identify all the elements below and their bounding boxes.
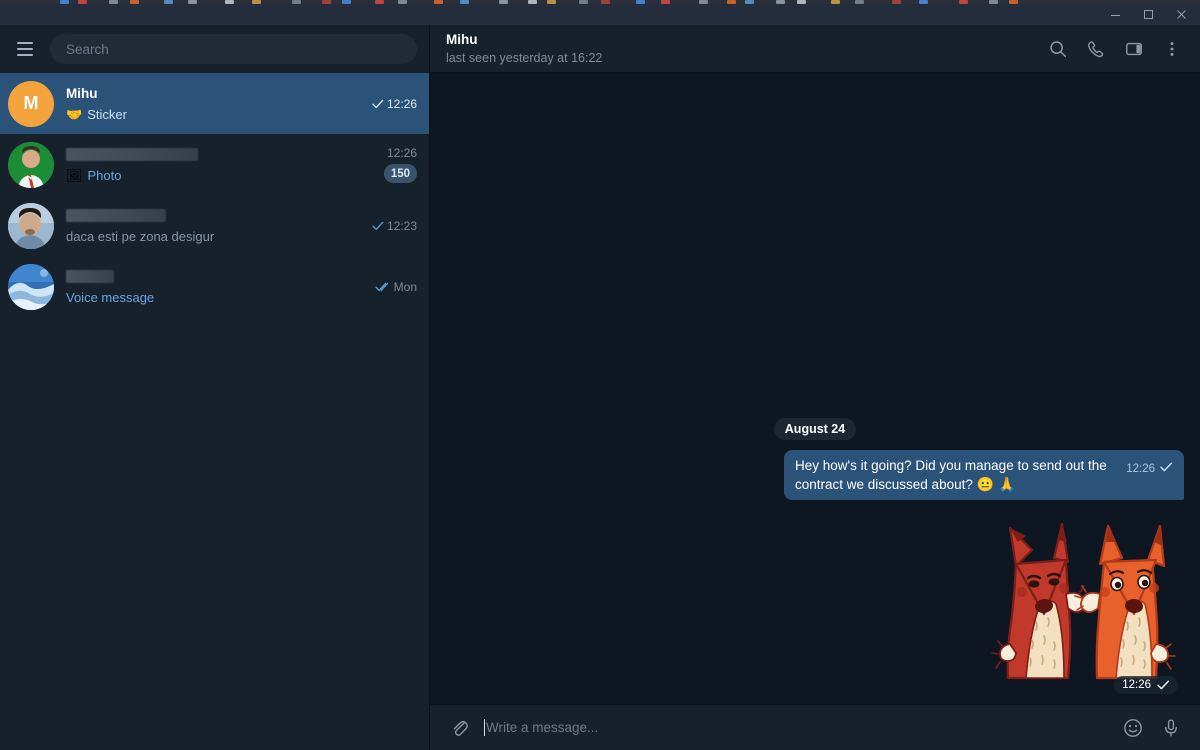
chat-preview: Photo xyxy=(87,167,122,183)
photo-icon: 🖼 xyxy=(66,167,83,183)
chat-time-text: 12:26 xyxy=(386,96,417,111)
chat-title: Mihu xyxy=(446,31,478,47)
search-input[interactable] xyxy=(66,41,401,57)
message-row-outgoing: 12:26 Hey how's it going? Did you manage… xyxy=(446,450,1184,500)
chat-time-text: 12:23 xyxy=(386,218,417,233)
message-composer xyxy=(430,704,1200,750)
chat-preview: Sticker xyxy=(87,106,127,122)
chat-time: 12:26 xyxy=(387,146,417,160)
date-pill: August 24 xyxy=(773,418,857,440)
chat-preview: Voice message xyxy=(66,289,155,305)
chat-preview: daca esti pe zona desigur xyxy=(66,228,215,244)
chat-list-item-3[interactable]: daca esti pe zona desigur 12:23 xyxy=(0,195,429,256)
search-field[interactable] xyxy=(50,34,417,64)
avatar-initials: M xyxy=(23,93,39,113)
chat-time-text: Mon xyxy=(393,279,417,294)
phone-icon[interactable] xyxy=(1080,33,1112,65)
avatar-photo-person xyxy=(8,141,54,188)
avatar xyxy=(8,141,54,188)
chat-time: 12:26 xyxy=(372,97,417,111)
chat-time-text: 12:26 xyxy=(386,146,417,160)
window-minimize-button[interactable] xyxy=(1099,4,1132,25)
hamburger-icon[interactable] xyxy=(10,34,40,64)
chat-time: Mon xyxy=(375,280,417,294)
microphone-icon[interactable] xyxy=(1156,713,1186,743)
chat-list-item-2[interactable]: 🖼 Photo 12:26 150 xyxy=(0,134,429,195)
sticker-time-text: 12:26 xyxy=(1122,679,1151,691)
date-divider: August 24 xyxy=(446,418,1184,440)
message-bubble-text[interactable]: 12:26 Hey how's it going? Did you manage… xyxy=(784,450,1184,500)
chat-name-redacted xyxy=(66,147,198,161)
message-emojis: 😐 🙏 xyxy=(976,476,1016,492)
check-single-icon xyxy=(1160,460,1173,478)
chat-time: 12:23 xyxy=(372,219,417,233)
chat-name-redacted xyxy=(66,208,166,222)
chat-pane: Mihu last seen yesterday at 16:22 August… xyxy=(430,25,1200,750)
sticker-timestamp: 12:26 xyxy=(1114,676,1178,694)
chat-subtitle: last seen yesterday at 16:22 xyxy=(446,50,603,65)
two-foxes-waving-sticker[interactable]: 12:26 xyxy=(988,518,1184,698)
chat-name-redacted xyxy=(66,269,114,283)
message-input-wrap[interactable] xyxy=(484,713,1112,743)
check-single-icon xyxy=(372,221,384,231)
unread-badge: 150 xyxy=(383,164,417,183)
more-vertical-icon[interactable] xyxy=(1156,33,1188,65)
check-double-icon xyxy=(375,282,391,292)
chat-header-actions xyxy=(1042,33,1188,65)
message-meta: 12:26 xyxy=(1126,460,1173,478)
chat-list-item-mihu[interactable]: M Mihu 🤝 Sticker 12:26 xyxy=(0,73,429,134)
message-row-sticker: 12:26 xyxy=(446,518,1184,698)
sidebar: M Mihu 🤝 Sticker xyxy=(0,25,430,750)
chat-header: Mihu last seen yesterday at 16:22 xyxy=(430,25,1200,73)
window-maximize-button[interactable] xyxy=(1132,4,1165,25)
paperclip-icon[interactable] xyxy=(444,713,474,743)
telegram-window: M Mihu 🤝 Sticker xyxy=(0,4,1200,750)
message-text: Hey how's it going? Did you manage to se… xyxy=(795,458,1107,492)
message-input[interactable] xyxy=(486,717,1112,738)
search-icon[interactable] xyxy=(1042,33,1074,65)
smiley-icon[interactable] xyxy=(1118,713,1148,743)
avatar xyxy=(8,263,54,310)
sidebar-panel-icon[interactable] xyxy=(1118,33,1150,65)
check-single-icon xyxy=(1157,680,1170,690)
chat-name: Mihu xyxy=(66,85,98,101)
chat-list-item-4[interactable]: Voice message Mon xyxy=(0,256,429,317)
chat-list[interactable]: M Mihu 🤝 Sticker 12:26 🖼 Photo 12:26 150… xyxy=(0,73,429,750)
title-bar xyxy=(0,4,1200,25)
window-close-button[interactable] xyxy=(1165,4,1198,25)
avatar-photo-landscape xyxy=(8,263,54,310)
sidebar-header xyxy=(0,25,429,73)
check-single-icon xyxy=(372,99,384,109)
message-list[interactable]: August 24 12:26 Hey how's it going? Did … xyxy=(430,73,1200,704)
sticker-icon: 🤝 xyxy=(66,106,83,122)
chat-header-info[interactable]: Mihu last seen yesterday at 16:22 xyxy=(446,32,1042,66)
avatar-photo-person xyxy=(8,202,54,249)
avatar: M xyxy=(8,80,54,127)
sticker-artwork xyxy=(991,522,1176,680)
text-caret xyxy=(484,719,485,736)
avatar xyxy=(8,202,54,249)
message-time: 12:26 xyxy=(1126,463,1155,475)
